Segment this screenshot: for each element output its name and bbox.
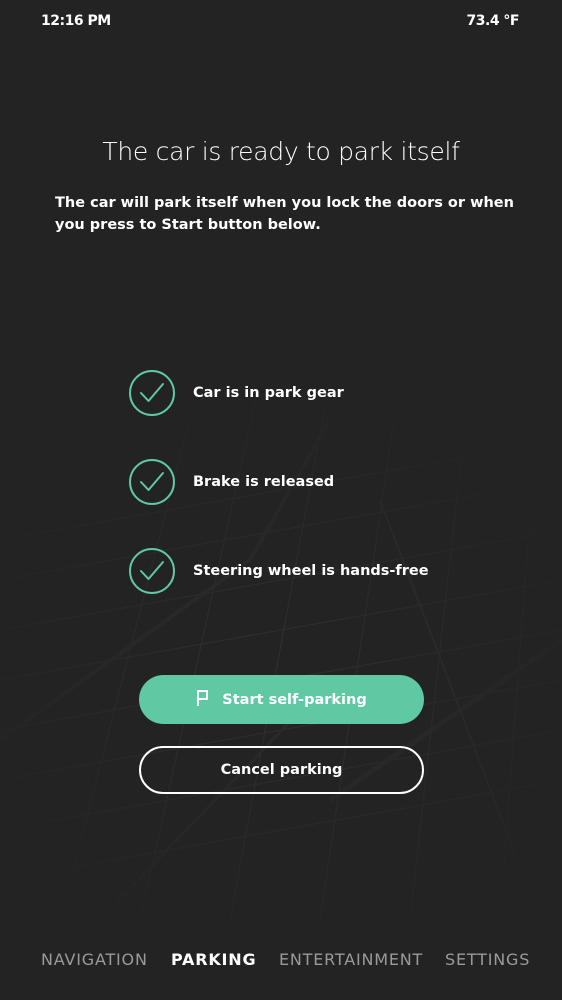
readiness-checklist: Car is in park gear Brake is released St… xyxy=(129,368,459,635)
check-label: Brake is released xyxy=(193,474,335,490)
start-self-parking-button[interactable]: Start self-parking xyxy=(139,675,424,724)
check-label: Steering wheel is hands-free xyxy=(193,563,429,579)
status-bar: 12:16 PM 73.4 °F xyxy=(0,0,562,44)
bottom-nav: NAVIGATION PARKING ENTERTAINMENT SETTING… xyxy=(0,920,562,1000)
cancel-parking-button[interactable]: Cancel parking xyxy=(139,746,424,794)
nav-tab-navigation[interactable]: NAVIGATION xyxy=(41,950,148,969)
nav-tab-entertainment[interactable]: ENTERTAINMENT xyxy=(279,950,423,969)
parking-screen: 12:16 PM 73.4 °F The car is ready to par… xyxy=(0,0,562,1000)
check-icon xyxy=(129,459,175,505)
check-item-steering: Steering wheel is hands-free xyxy=(129,546,459,596)
check-icon xyxy=(129,370,175,416)
start-button-label: Start self-parking xyxy=(222,691,367,708)
cancel-button-label: Cancel parking xyxy=(220,762,343,778)
parking-flag-icon xyxy=(196,689,210,711)
check-label: Car is in park gear xyxy=(193,385,344,401)
temperature-readout: 73.4 °F xyxy=(466,13,520,29)
nav-tab-parking[interactable]: PARKING xyxy=(171,950,256,969)
nav-tab-settings[interactable]: SETTINGS xyxy=(445,950,530,969)
check-item-park-gear: Car is in park gear xyxy=(129,368,459,418)
check-icon xyxy=(129,548,175,594)
check-item-brake: Brake is released xyxy=(129,457,459,507)
page-title: The car is ready to park itself xyxy=(102,137,460,166)
page-description: The car will park itself when you lock t… xyxy=(55,195,514,233)
clock: 12:16 PM xyxy=(41,13,111,29)
